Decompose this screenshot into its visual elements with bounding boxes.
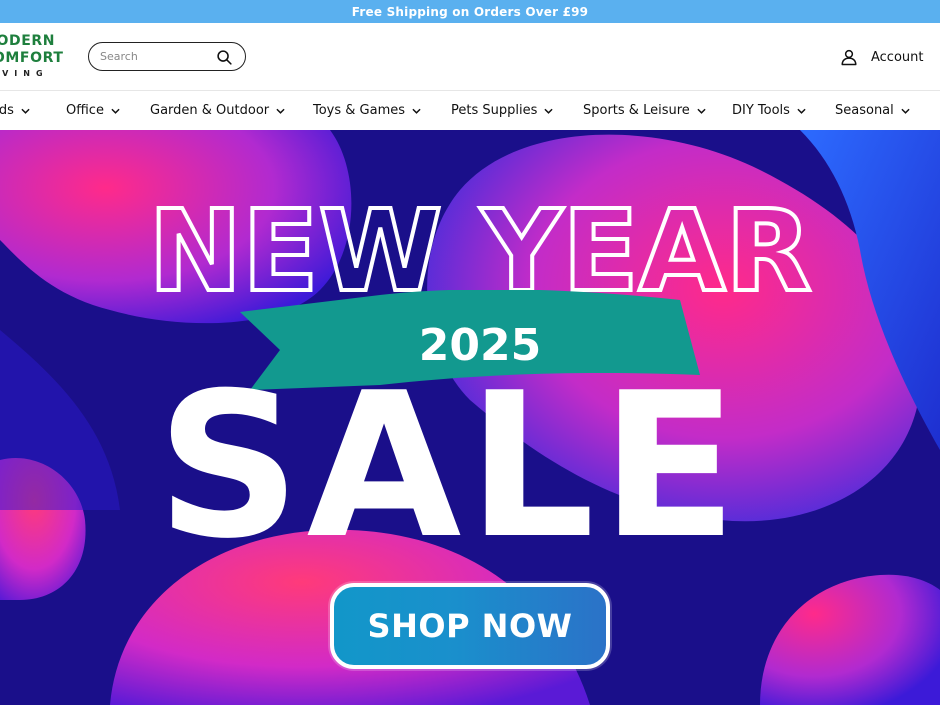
chevron-down-icon — [276, 108, 285, 114]
site-header: MODERN COMFORT LIVING Account — [0, 23, 940, 91]
chevron-down-icon — [111, 108, 120, 114]
search-icon[interactable] — [216, 49, 233, 66]
chevron-down-icon — [544, 108, 553, 114]
shop-now-button[interactable]: SHOP NOW — [330, 583, 610, 669]
logo-line-1: MODERN — [0, 33, 56, 49]
nav-item-office[interactable]: Office — [66, 91, 120, 130]
announcement-bar: Free Shipping on Orders Over £99 — [0, 0, 940, 23]
nav-item-label: Seasonal — [835, 103, 894, 118]
nav-item-label: Office — [66, 103, 104, 118]
nav-item-toys-games[interactable]: Toys & Games — [313, 91, 421, 130]
search-box — [88, 42, 246, 71]
account-link[interactable]: Account — [840, 47, 924, 67]
chevron-down-icon — [21, 108, 30, 114]
chevron-down-icon — [901, 108, 910, 114]
nav-item-diy-tools[interactable]: DIY Tools — [732, 91, 806, 130]
nav-item-seasonal[interactable]: Seasonal — [835, 91, 910, 130]
account-label: Account — [871, 49, 924, 65]
sale-text: SALE — [157, 360, 744, 550]
nav-item-sports-leisure[interactable]: Sports & Leisure — [583, 91, 706, 130]
chevron-down-icon — [797, 108, 806, 114]
logo-line-2: COMFORT — [0, 50, 64, 66]
nav-item-foods[interactable]: Foods — [0, 91, 30, 130]
nav-item-label: Toys & Games — [313, 103, 406, 118]
chevron-down-icon — [697, 108, 706, 114]
nav-item-garden-outdoor[interactable]: Garden & Outdoor — [150, 91, 285, 130]
user-icon — [841, 49, 857, 66]
nav-item-label: Pets Supplies — [451, 103, 538, 118]
hero-banner[interactable]: NEW YEAR 2025 SALE SHOP NOW — [0, 130, 940, 705]
nav-item-label: Sports & Leisure — [583, 103, 690, 118]
nav-item-pets-supplies[interactable]: Pets Supplies — [451, 91, 553, 130]
headline-sale: SALE — [157, 360, 744, 550]
brand-logo[interactable]: MODERN COMFORT LIVING — [0, 33, 72, 83]
shop-now-label: SHOP NOW — [367, 607, 573, 645]
nav-item-label: Foods — [0, 103, 14, 118]
logo-line-3: LIVING — [0, 69, 49, 78]
nav-item-label: Garden & Outdoor — [150, 103, 270, 118]
search-input[interactable] — [100, 48, 210, 65]
main-navigation: Foods Office Garden & Outdoor Toys & Gam… — [0, 91, 940, 130]
chevron-down-icon — [412, 108, 421, 114]
nav-item-label: DIY Tools — [732, 103, 790, 118]
announcement-text: Free Shipping on Orders Over £99 — [351, 4, 589, 19]
